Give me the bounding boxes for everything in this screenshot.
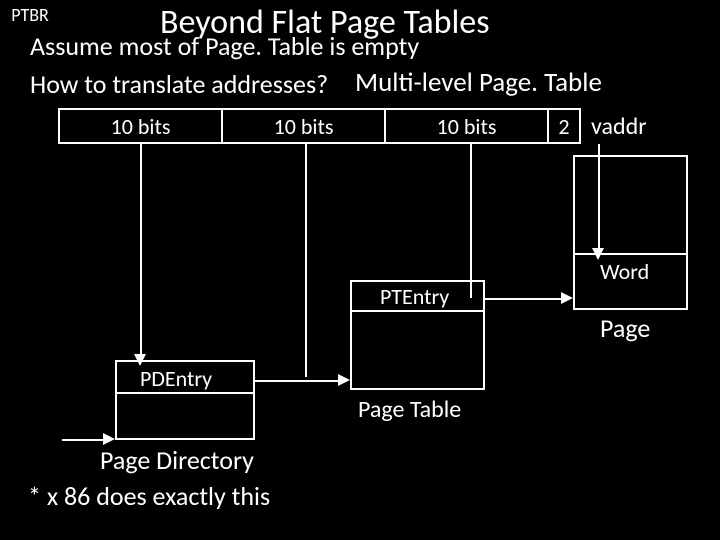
slide: Beyond Flat Page Tables Assume most of P… <box>0 0 720 540</box>
ptbr-box: PTBR <box>0 0 60 30</box>
arrow-pdentry-to-pagetable <box>255 380 338 382</box>
vaddr-row: 10 bits 10 bits 10 bits 2 vaddr <box>58 108 647 144</box>
vaddr-field-offset: 2 <box>547 108 581 144</box>
arrowhead-offset-to-word <box>592 248 604 260</box>
footnote-text: * x 86 does exactly this <box>28 480 270 512</box>
vaddr-label: vaddr <box>591 112 647 141</box>
pdentry-divider <box>115 392 255 394</box>
vaddr-field-3: 10 bits <box>384 108 549 144</box>
word-divider <box>573 253 688 255</box>
ptentry-label: PTEntry <box>380 283 449 310</box>
vaddr-field-1: 10 bits <box>58 108 223 144</box>
arrowhead-ptbr-to-pd <box>103 433 115 445</box>
arrowhead-ptentry-to-page <box>561 292 573 304</box>
ptentry-divider <box>350 310 485 312</box>
pagedirectory-label: Page Directory <box>100 444 254 476</box>
arrowhead-bits1-to-pd <box>134 354 146 366</box>
arrowhead-pdentry-to-pagetable <box>338 374 350 386</box>
arrow-offset-to-word <box>598 144 600 252</box>
question-text: How to translate addresses? <box>30 68 328 100</box>
arrow-bits1-down <box>140 144 142 358</box>
pagetable-label: Page Table <box>358 395 461 424</box>
arrow-bits2-down <box>305 144 307 377</box>
word-label: Word <box>600 258 649 285</box>
vaddr-field-2: 10 bits <box>221 108 386 144</box>
pdentry-label: PDEntry <box>140 365 212 392</box>
arrow-ptbr-to-pd <box>62 439 103 441</box>
assumption-text: Assume most of Page. Table is empty <box>30 30 419 62</box>
page-label: Page <box>600 312 650 344</box>
arrow-ptentry-to-page <box>485 298 561 300</box>
answer-text: Multi-level Page. Table <box>355 66 602 99</box>
page-box <box>573 155 688 310</box>
arrow-bits3-down <box>470 144 472 298</box>
